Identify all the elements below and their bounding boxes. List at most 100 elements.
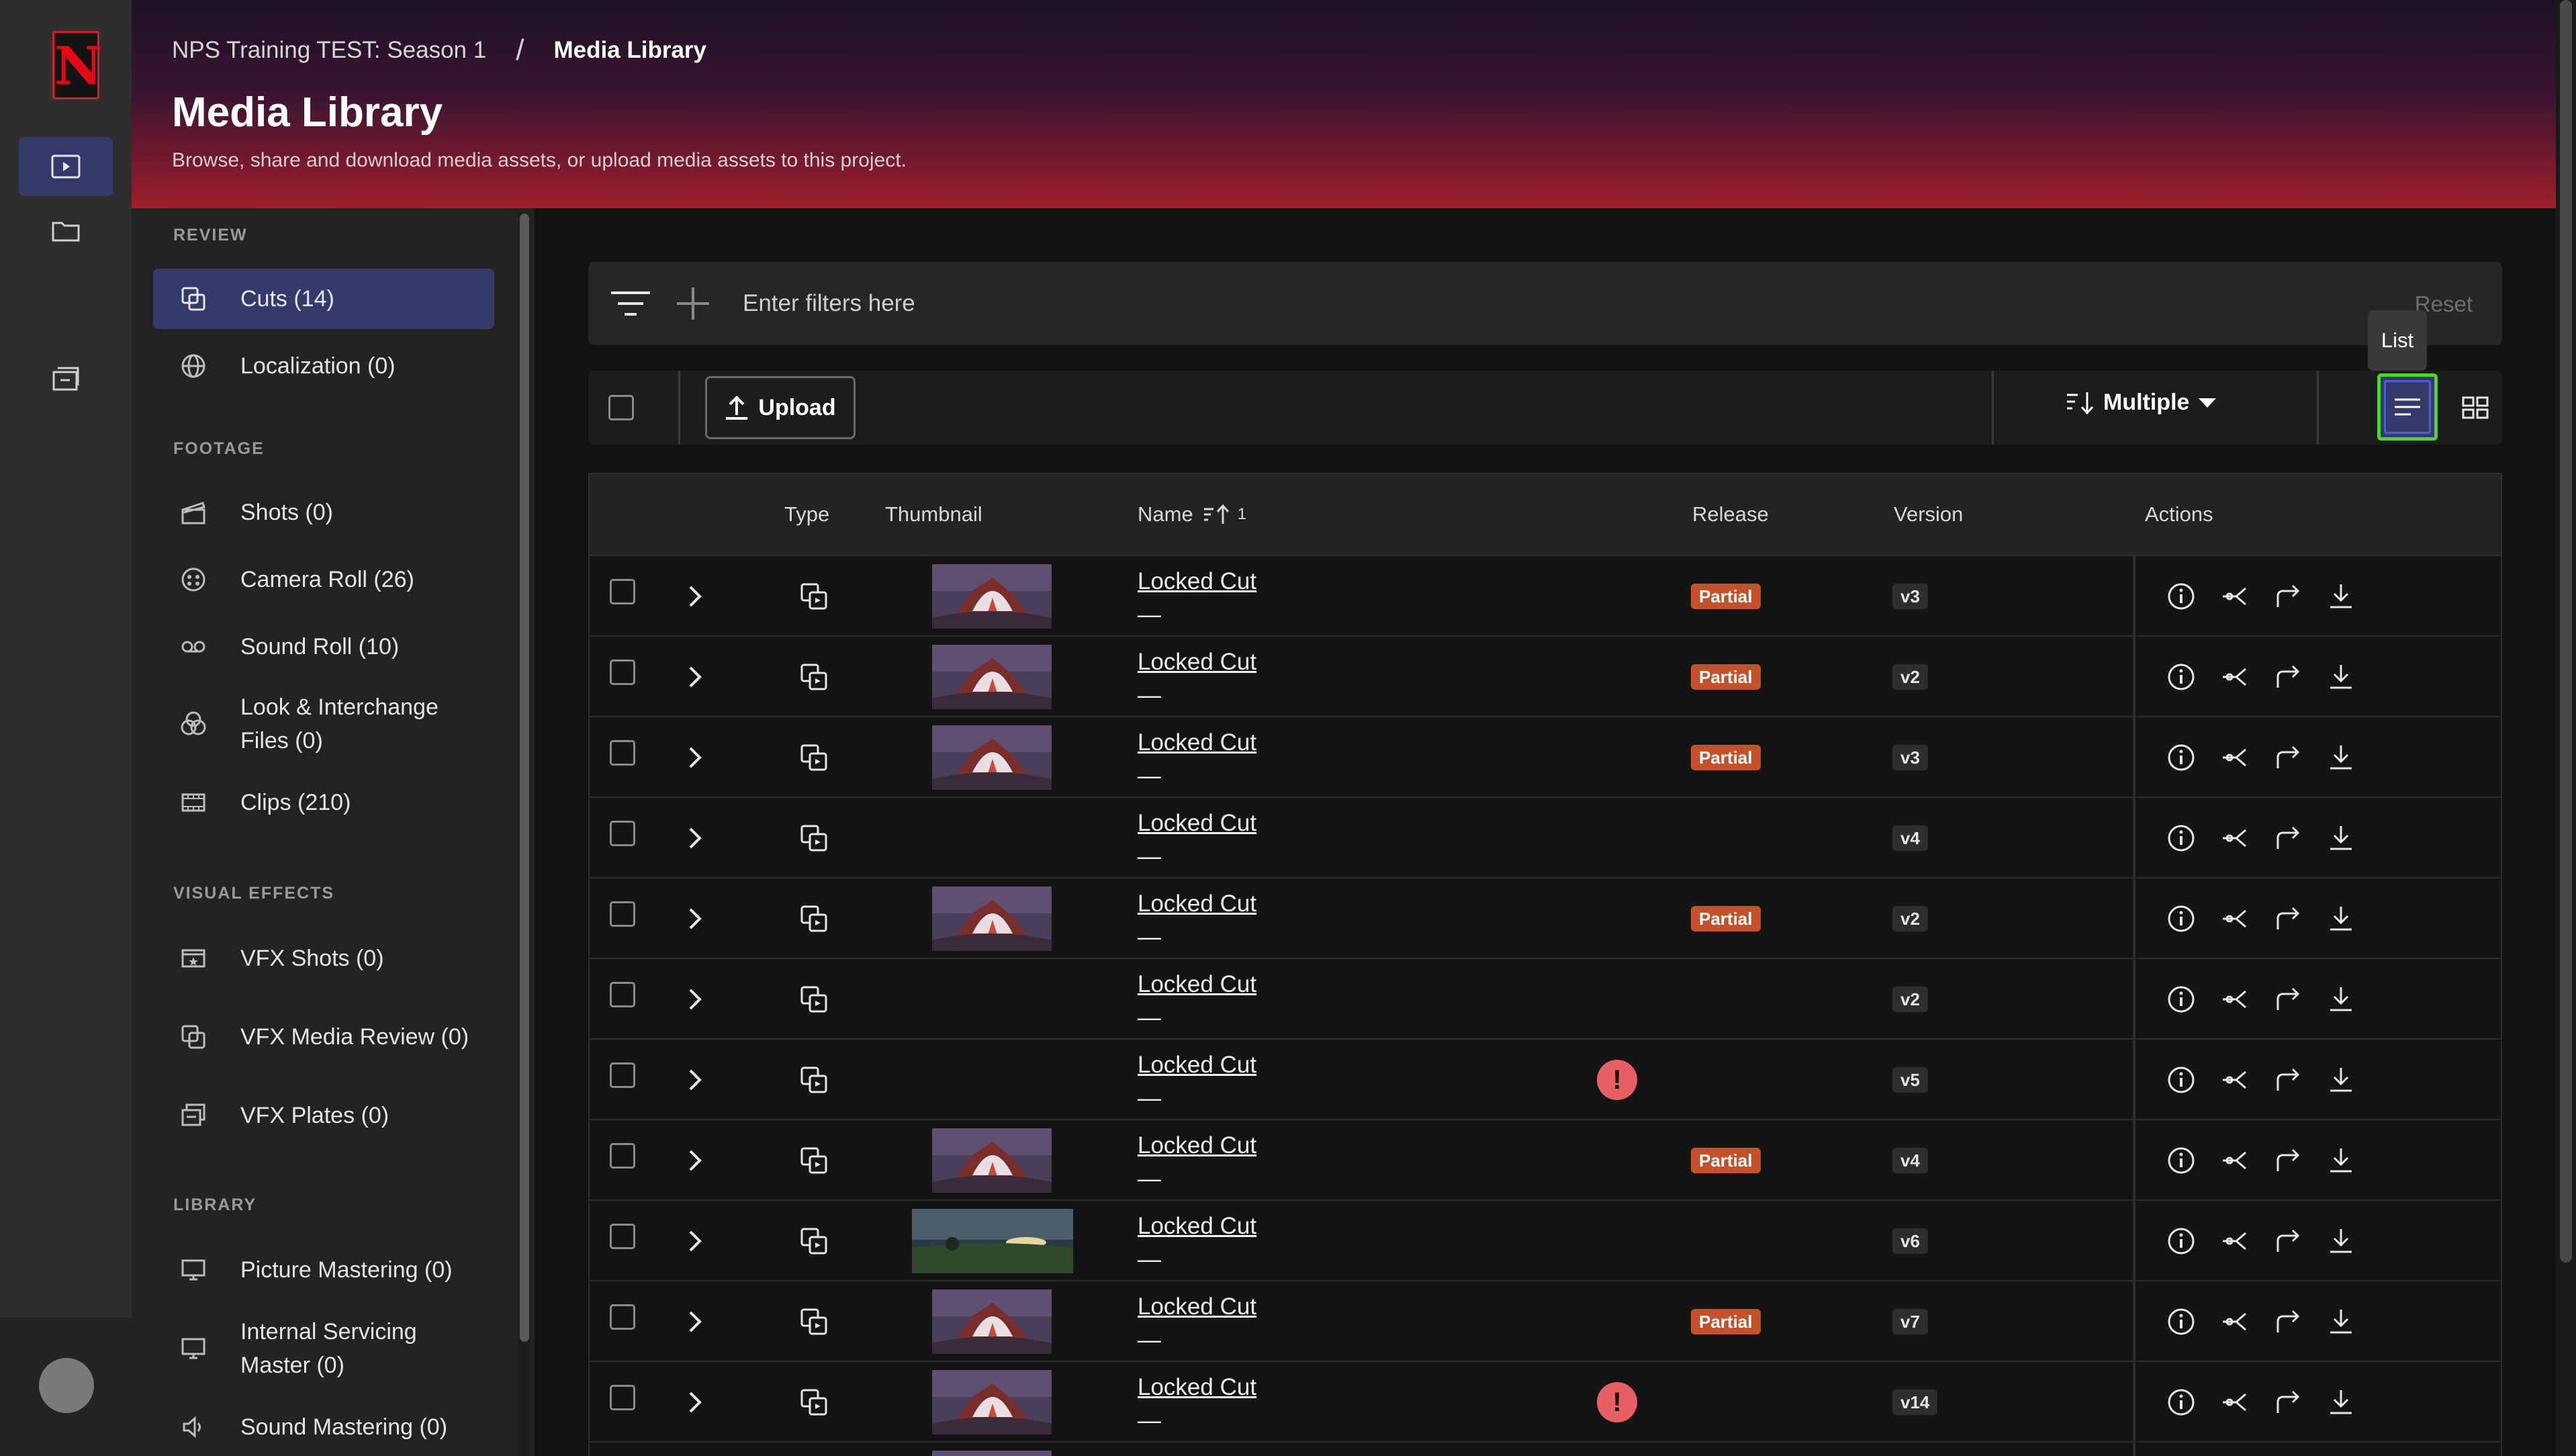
thumbnail-image[interactable] <box>932 645 1052 709</box>
download-icon[interactable] <box>2326 1146 2356 1175</box>
chevron-right-icon[interactable] <box>685 583 705 610</box>
rail-folder-button[interactable] <box>19 201 113 261</box>
forward-icon[interactable] <box>2274 662 2303 692</box>
sidebar-item-camera-roll[interactable]: Camera Roll (26) <box>153 549 494 610</box>
rail-deliveries-button[interactable] <box>19 349 113 408</box>
chevron-right-icon[interactable] <box>685 664 705 690</box>
asset-name-link[interactable]: Locked Cut <box>1138 1052 1256 1079</box>
chevron-right-icon[interactable] <box>685 1389 705 1416</box>
sidebar-item-vfx-plates[interactable]: VFX Plates (0) <box>153 1085 494 1146</box>
share-icon[interactable] <box>2220 1146 2250 1175</box>
download-icon[interactable] <box>2326 662 2356 692</box>
download-icon[interactable] <box>2326 582 2356 611</box>
breadcrumb-project[interactable]: NPS Training TEST: Season 1 <box>172 37 486 64</box>
grid-view-button[interactable] <box>2451 377 2499 438</box>
add-filter-icon[interactable] <box>674 285 712 322</box>
thumbnail-image[interactable] <box>932 1370 1052 1435</box>
chevron-right-icon[interactable] <box>685 1228 705 1255</box>
share-icon[interactable] <box>2220 743 2250 772</box>
sidebar-item-internal-servicing-master[interactable]: Internal Servicing Master (0) <box>153 1307 494 1390</box>
column-header-type[interactable]: Type <box>784 502 829 527</box>
download-icon[interactable] <box>2326 1387 2356 1417</box>
table-row[interactable]: Locked Cut — v4 <box>588 798 2502 878</box>
forward-icon[interactable] <box>2274 1065 2303 1095</box>
sidebar-item-sound-roll[interactable]: Sound Roll (10) <box>153 617 494 677</box>
thumbnail-image[interactable] <box>932 725 1052 790</box>
netflix-logo[interactable]: N <box>52 31 102 99</box>
info-icon[interactable] <box>2166 1146 2196 1175</box>
download-icon[interactable] <box>2326 904 2356 934</box>
select-all-checkbox[interactable] <box>608 395 634 420</box>
asset-name-link[interactable]: Locked Cut <box>1138 649 1256 676</box>
chevron-right-icon[interactable] <box>685 905 705 932</box>
column-header-version[interactable]: Version <box>1894 502 1963 527</box>
download-icon[interactable] <box>2326 823 2356 853</box>
chevron-right-icon[interactable] <box>685 1308 705 1335</box>
share-icon[interactable] <box>2220 662 2250 692</box>
share-icon[interactable] <box>2220 823 2250 853</box>
row-checkbox[interactable] <box>610 579 635 604</box>
asset-name-link[interactable]: Locked Cut <box>1138 1374 1256 1401</box>
share-icon[interactable] <box>2220 1226 2250 1256</box>
filter-input[interactable]: Enter filters here <box>743 290 915 317</box>
sidebar-item-cuts[interactable]: Cuts (14) <box>153 269 494 329</box>
list-view-button[interactable] <box>2377 373 2438 441</box>
thumbnail-image[interactable] <box>932 1128 1052 1193</box>
rail-media-button[interactable] <box>19 137 113 196</box>
table-row[interactable]: Locked Cut — v6 <box>588 1201 2502 1281</box>
upload-button[interactable]: Upload <box>705 376 856 439</box>
sidebar-item-clips[interactable]: Clips (210) <box>153 772 494 833</box>
row-checkbox[interactable] <box>610 1143 635 1169</box>
row-checkbox[interactable] <box>610 740 635 766</box>
share-icon[interactable] <box>2220 904 2250 934</box>
row-checkbox[interactable] <box>610 1062 635 1088</box>
asset-name-link[interactable]: Locked Cut <box>1138 891 1256 917</box>
column-header-name[interactable]: Name 1 <box>1138 502 1246 527</box>
column-header-release[interactable]: Release <box>1692 502 1769 527</box>
sidebar-item-sound-mastering[interactable]: Sound Mastering (0) <box>153 1397 494 1456</box>
table-row[interactable]: Locked Cut — v2 <box>588 959 2502 1040</box>
row-checkbox[interactable] <box>610 1385 635 1410</box>
asset-name-link[interactable]: Locked Cut <box>1138 971 1256 998</box>
table-row[interactable]: Locked Cut —! v5 <box>588 1040 2502 1120</box>
info-icon[interactable] <box>2166 985 2196 1014</box>
info-icon[interactable] <box>2166 1226 2196 1256</box>
thumbnail-image[interactable] <box>932 1451 1052 1456</box>
asset-name-link[interactable]: Locked Cut <box>1138 1213 1256 1240</box>
table-row[interactable]: Locked Cut — Partial v7 <box>588 1281 2502 1362</box>
user-avatar[interactable] <box>39 1358 94 1413</box>
chevron-right-icon[interactable] <box>685 1066 705 1093</box>
share-icon[interactable] <box>2220 1065 2250 1095</box>
table-row[interactable]: Locked Cut — Partial v2 <box>588 878 2502 959</box>
forward-icon[interactable] <box>2274 985 2303 1014</box>
forward-icon[interactable] <box>2274 904 2303 934</box>
sidebar-item-vfx-shots[interactable]: VFX Shots (0) <box>153 928 494 989</box>
chevron-right-icon[interactable] <box>685 744 705 771</box>
download-icon[interactable] <box>2326 1065 2356 1095</box>
warning-icon[interactable]: ! <box>1597 1060 1637 1100</box>
thumbnail-image[interactable] <box>932 564 1052 629</box>
sidebar-scrollbar-thumb[interactable] <box>520 214 529 1342</box>
forward-icon[interactable] <box>2274 582 2303 611</box>
row-checkbox[interactable] <box>610 659 635 685</box>
info-icon[interactable] <box>2166 582 2196 611</box>
info-icon[interactable] <box>2166 1065 2196 1095</box>
sidebar-item-vfx-media-review[interactable]: VFX Media Review (0) <box>153 995 494 1079</box>
sidebar-item-localization[interactable]: Localization (0) <box>153 336 494 396</box>
asset-name-link[interactable]: Locked Cut <box>1138 1293 1256 1320</box>
sort-select[interactable]: Multiple <box>2066 390 2217 416</box>
info-icon[interactable] <box>2166 1387 2196 1417</box>
row-checkbox[interactable] <box>610 1304 635 1330</box>
table-row[interactable]: Locked Cut — Partial v3 <box>588 556 2502 637</box>
table-row[interactable]: Locked Cut — Partial v4 <box>588 1120 2502 1201</box>
download-icon[interactable] <box>2326 1307 2356 1336</box>
info-icon[interactable] <box>2166 662 2196 692</box>
chevron-right-icon[interactable] <box>685 825 705 852</box>
table-row[interactable] <box>588 1443 2502 1456</box>
info-icon[interactable] <box>2166 823 2196 853</box>
info-icon[interactable] <box>2166 904 2196 934</box>
row-checkbox[interactable] <box>610 982 635 1007</box>
forward-icon[interactable] <box>2274 1387 2303 1417</box>
filter-icon[interactable] <box>610 290 651 317</box>
info-icon[interactable] <box>2166 743 2196 772</box>
